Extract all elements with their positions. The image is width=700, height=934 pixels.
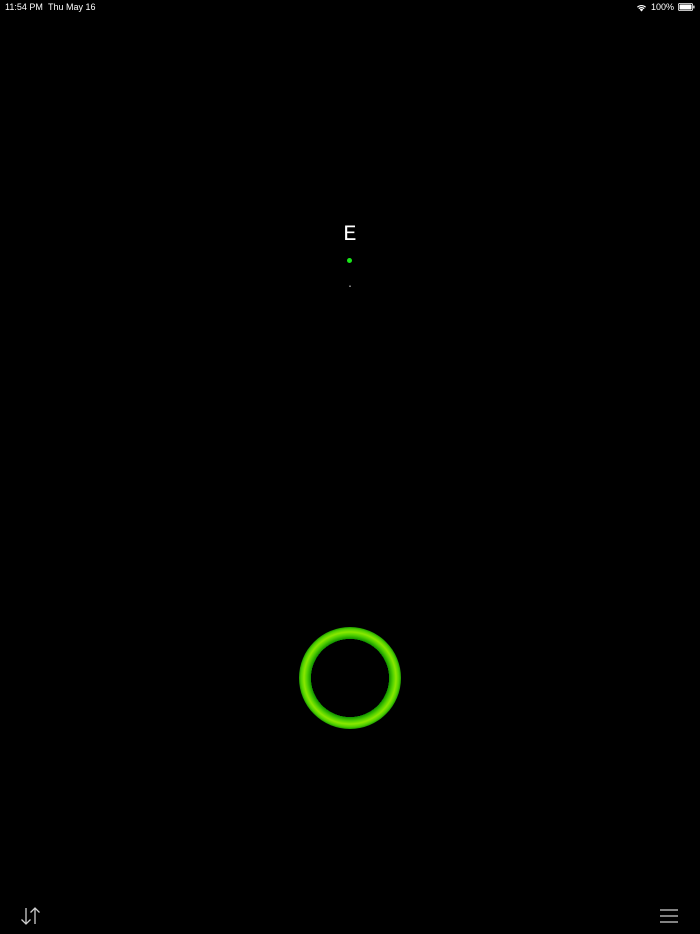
battery-percentage: 100% (650, 2, 674, 12)
status-date: Thu May 16 (48, 2, 96, 12)
menu-icon[interactable] (659, 908, 679, 924)
signal-indicator-dot (347, 258, 352, 263)
status-right: 100% (636, 0, 695, 14)
morse-code-text: . (346, 280, 353, 291)
swap-arrows-icon[interactable] (20, 906, 42, 926)
current-letter: E (343, 222, 357, 247)
status-bar: 11:54 PM Thu May 16 100% (0, 0, 700, 14)
telegraph-key-button[interactable] (299, 627, 401, 729)
screen: 11:54 PM Thu May 16 100% E . (0, 0, 700, 934)
status-time: 11:54 PM (5, 2, 43, 12)
wifi-icon (636, 4, 646, 11)
battery-icon (678, 3, 695, 11)
